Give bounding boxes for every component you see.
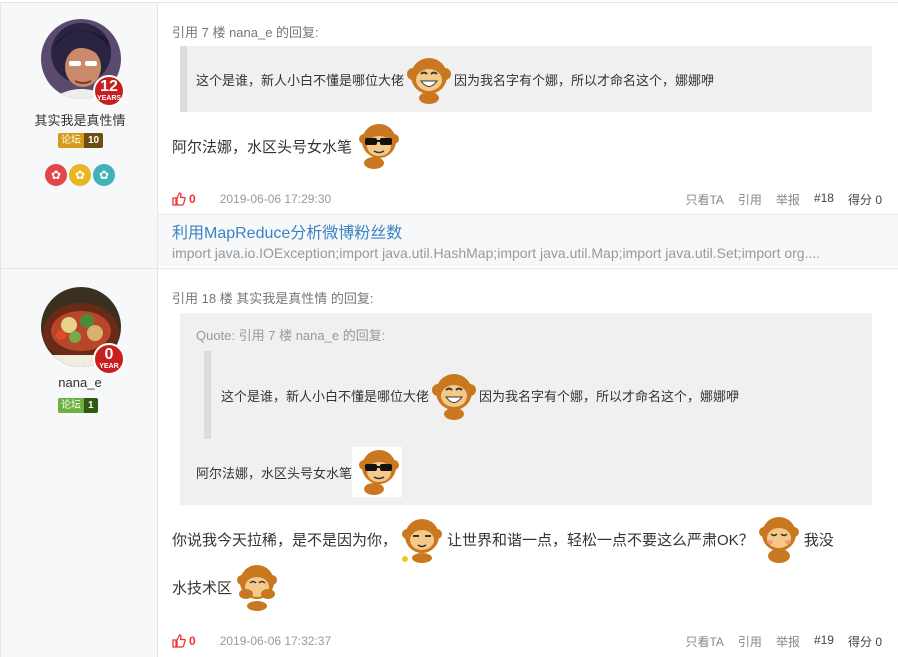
post-footer: 0 2019-06-06 17:32:37 只看TA 引用 举报 #19 得分 … <box>172 631 882 651</box>
related-blog: 利用MapReduce分析微博粉丝数 import java.io.IOExce… <box>158 214 898 266</box>
post-body-line: 水技术区 <box>172 562 282 612</box>
post-body-text: 我没 <box>803 531 834 549</box>
post-body-text: 水技术区 <box>172 579 233 597</box>
thumb-up-icon <box>172 192 186 206</box>
report-link[interactable]: 举报 <box>776 191 800 208</box>
cite-link[interactable]: 引用 <box>738 191 762 208</box>
post-time: 2019-06-06 17:32:37 <box>219 634 332 648</box>
post-footer: 0 2019-06-06 17:29:30 只看TA 引用 举报 #18 得分 … <box>172 189 882 209</box>
blog-title-link[interactable]: 利用MapReduce分析微博粉丝数 <box>172 219 402 243</box>
avatar-container: 0 YEAR <box>41 287 125 375</box>
years-badge: 12 YEARS <box>93 75 125 107</box>
username[interactable]: nana_e <box>1 375 159 390</box>
forum-label: 论坛 <box>58 133 84 148</box>
monkey-cover-emoji <box>237 565 278 611</box>
monkey-sleepy-emoji <box>402 519 443 563</box>
post-actions: 只看TA 引用 举报 #18 得分 0 <box>685 191 882 208</box>
post-body-text: 让世界和谐一点，轻松一点不要这么严肃OK？ <box>447 531 754 549</box>
post-time: 2019-06-06 17:29:30 <box>219 192 332 206</box>
score: 得分 0 <box>847 634 882 649</box>
like-button[interactable]: 0 <box>172 634 196 648</box>
post-19: 0 YEAR nana_e 论坛 1 引用 18 楼 其实我是真性情 的回复: … <box>0 268 898 657</box>
score: 得分 0 <box>847 192 882 207</box>
only-ta-link[interactable]: 只看TA <box>685 191 723 208</box>
monkey-laugh-emoji <box>407 58 452 104</box>
floor-number[interactable]: #19 <box>814 633 834 650</box>
years-number: 0 <box>104 346 114 363</box>
cite-header: 引用 18 楼 其实我是真性情 的回复: <box>172 291 374 306</box>
years-badge: 0 YEAR <box>93 343 125 375</box>
monkey-sunglasses-emoji <box>359 124 400 169</box>
nested-quote: 这个是谁，新人小白不懂是哪位大佬 因为我名字有个娜，所以才命名这个，娜娜咿 <box>204 351 864 439</box>
username[interactable]: 其实我是真性情 <box>1 110 159 129</box>
quote-block: Quote: 引用 7 楼 nana_e 的回复: 这个是谁，新人小白不懂是哪位… <box>180 313 872 505</box>
quote-header: Quote: 引用 7 楼 nana_e 的回复: <box>196 328 386 343</box>
post-body-text: 你说我今天拉稀，是不是因为你， <box>172 531 398 549</box>
years-number: 12 <box>100 78 118 95</box>
medal-icon[interactable]: ✿ <box>93 164 115 186</box>
years-label: YEARS <box>96 95 122 102</box>
report-link[interactable]: 举报 <box>776 633 800 650</box>
forum-level-badge: 论坛 1 <box>58 398 98 413</box>
like-button[interactable]: 0 <box>172 192 196 206</box>
medal-icon[interactable]: ✿ <box>45 164 67 186</box>
quote-text: 因为我名字有个娜，所以才命名这个，娜娜咿 <box>454 72 715 88</box>
post-body: 阿尔法娜，水区头号女水笔 <box>172 121 402 171</box>
monkey-sunglasses-emoji <box>352 447 403 497</box>
years-label: YEAR <box>99 363 119 370</box>
quote-text: 因为我名字有个娜，所以才命名这个，娜娜咿 <box>479 388 740 404</box>
cite-link[interactable]: 引用 <box>738 633 762 650</box>
quote-text: 阿尔法娜，水区头号女水笔 <box>196 465 353 481</box>
forum-level-badge: 论坛 10 <box>58 133 104 148</box>
forum-level: 1 <box>84 398 98 413</box>
medal-list: ✿ ✿ ✿ <box>45 164 115 186</box>
floor-number[interactable]: #18 <box>814 191 834 208</box>
cite-header: 引用 7 楼 nana_e 的回复: <box>172 25 319 40</box>
monkey-laugh-emoji <box>432 374 477 420</box>
quote-body: 阿尔法娜，水区头号女水笔 <box>196 447 403 497</box>
user-sidebar: 0 YEAR nana_e 论坛 1 <box>0 269 158 657</box>
post-body-text: 阿尔法娜，水区头号女水笔 <box>172 138 353 156</box>
blog-description: import java.io.IOException;import java.u… <box>172 245 821 261</box>
post-actions: 只看TA 引用 举报 #19 得分 0 <box>685 633 882 650</box>
only-ta-link[interactable]: 只看TA <box>685 633 723 650</box>
monkey-shy-emoji <box>758 517 799 563</box>
post-content: 引用 18 楼 其实我是真性情 的回复: Quote: 引用 7 楼 nana_… <box>158 269 898 657</box>
quote-text: 这个是谁，新人小白不懂是哪位大佬 <box>221 388 430 404</box>
like-count: 0 <box>189 634 196 648</box>
user-sidebar: 12 YEARS 其实我是真性情 论坛 10 ✿ ✿ ✿ <box>0 3 158 268</box>
thumb-up-icon <box>172 634 186 648</box>
medal-icon[interactable]: ✿ <box>69 164 91 186</box>
forum-level: 10 <box>84 133 104 148</box>
avatar-container: 12 YEARS <box>41 19 125 107</box>
quote-block: 这个是谁，新人小白不懂是哪位大佬 因为我名字有个娜，所以才命名这个，娜娜咿 <box>180 46 872 112</box>
quote-text: 这个是谁，新人小白不懂是哪位大佬 <box>196 72 405 88</box>
like-count: 0 <box>189 192 196 206</box>
post-body-line: 你说我今天拉稀，是不是因为你， 让世界和谐一点，轻松一点不要这么严肃OK？ 我没 <box>172 514 834 564</box>
forum-label: 论坛 <box>58 398 84 413</box>
